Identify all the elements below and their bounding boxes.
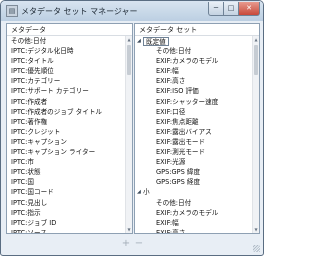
metadata-set-item[interactable]: GPS:GPS 経度 <box>135 177 259 187</box>
scroll-thumb[interactable] <box>254 45 258 75</box>
metadata-set-item[interactable]: EXIF:ISO 評価 <box>135 86 259 96</box>
metadata-list-item[interactable]: IPTC:デジタル化日時 <box>7 46 132 56</box>
metadata-list-item[interactable]: IPTC:ソース <box>7 228 132 233</box>
metadata-list-item[interactable]: IPTC:ジョブ ID <box>7 218 132 228</box>
metadata-set-item[interactable]: その他:日付 <box>135 198 259 208</box>
metadata-set-group[interactable]: ◢ 小 <box>135 187 259 197</box>
metadata-set-group-label: 小 <box>143 188 150 197</box>
remove-icon[interactable]: − <box>134 239 144 249</box>
metadata-list-item[interactable]: IPTC:見出し <box>7 198 132 208</box>
metadata-list-item[interactable]: IPTC:キャプション <box>7 137 132 147</box>
metadata-list-item[interactable]: IPTC:指示 <box>7 208 132 218</box>
window-title: メタデータ セット マネージャー <box>21 7 138 16</box>
close-button[interactable]: ✕ <box>238 2 260 16</box>
metadata-set-item[interactable]: EXIF:測光モード <box>135 147 259 157</box>
title-bar[interactable]: ▤ メタデータ セット マネージャー ─ □ ✕ <box>1 1 263 21</box>
metadata-list-item[interactable]: IPTC:国コード <box>7 187 132 197</box>
app-icon: ▤ <box>6 5 18 17</box>
metadata-set-item[interactable]: その他:日付 <box>135 46 259 56</box>
metadata-set-item[interactable]: EXIF:口径 <box>135 107 259 117</box>
metadata-list-item[interactable]: IPTC:国 <box>7 177 132 187</box>
scroll-down-arrow-icon[interactable]: ▼ <box>126 226 132 233</box>
metadata-set-item[interactable]: EXIF:カメラのモデル <box>135 56 259 66</box>
metadata-list-item[interactable]: IPTC:作成者 <box>7 97 132 107</box>
metadata-set-group-label: 既定値 <box>143 36 169 46</box>
metadata-column-header[interactable]: メタデータ <box>7 24 132 36</box>
metadata-set-item[interactable]: EXIF:カメラのモデル <box>135 208 259 218</box>
metadata-list-item[interactable]: IPTC:クレジット <box>7 127 132 137</box>
metadata-set-scrollbar[interactable]: ▲ ▼ <box>252 36 259 233</box>
metadata-list-item[interactable]: IPTC:サポート カテゴリー <box>7 86 132 96</box>
metadata-list-item[interactable]: IPTC:市 <box>7 157 132 167</box>
metadata-set-item[interactable]: EXIF:高さ <box>135 76 259 86</box>
metadata-set-item[interactable]: GPS:GPS 緯度 <box>135 167 259 177</box>
metadata-list-item[interactable]: IPTC:キャプション ライター <box>7 147 132 157</box>
metadata-set-item[interactable]: EXIF:幅 <box>135 218 259 228</box>
minimize-button[interactable]: ─ <box>208 2 224 16</box>
maximize-button[interactable]: □ <box>223 2 239 16</box>
metadata-set-item[interactable]: EXIF:光源 <box>135 157 259 167</box>
metadata-set-item[interactable]: EXIF:シャッター速度 <box>135 97 259 107</box>
metadata-set-panel: メタデータ セット ◢ 既定値 その他:日付 EXIF:カメラのモデル EXIF:幅 EX… <box>134 23 260 234</box>
metadata-set-item[interactable]: EXIF:幅 <box>135 66 259 76</box>
scroll-thumb[interactable] <box>127 45 131 75</box>
add-icon[interactable]: + <box>121 239 131 249</box>
scroll-up-arrow-icon[interactable]: ▲ <box>126 36 132 43</box>
scroll-up-arrow-icon[interactable]: ▲ <box>253 36 259 43</box>
metadata-list-item[interactable]: IPTC:著作権 <box>7 117 132 127</box>
scroll-down-arrow-icon[interactable]: ▼ <box>253 226 259 233</box>
metadata-list-item[interactable]: IPTC:タイトル <box>7 56 132 66</box>
metadata-set-group[interactable]: ◢ 既定値 <box>135 36 259 46</box>
metadata-list-item[interactable]: その他:日付 <box>7 36 132 46</box>
metadata-list: その他:日付 IPTC:デジタル化日時 IPTC:タイトル IPTC:優先順位 IPTC… <box>7 36 132 233</box>
resize-grip-icon[interactable] <box>253 245 260 252</box>
metadata-set-tree: ◢ 既定値 その他:日付 EXIF:カメラのモデル EXIF:幅 EXIF:高さ EXIF:… <box>135 36 259 233</box>
metadata-panel: メタデータ その他:日付 IPTC:デジタル化日時 IPTC:タイトル IPTC:優先… <box>6 23 133 234</box>
metadata-set-item[interactable]: EXIF:高さ <box>135 228 259 233</box>
metadata-list-item[interactable]: IPTC:作成者のジョブ タイトル <box>7 107 132 117</box>
metadata-set-item[interactable]: EXIF:露出バイアス <box>135 127 259 137</box>
metadata-list-item[interactable]: IPTC:カテゴリー <box>7 76 132 86</box>
metadata-set-column-header[interactable]: メタデータ セット <box>135 24 259 36</box>
metadata-list-item[interactable]: IPTC:状態 <box>7 167 132 177</box>
metadata-set-manager-window: ▤ メタデータ セット マネージャー ─ □ ✕ メタデータ その他:日付 IPT… <box>0 0 264 256</box>
metadata-list-item[interactable]: IPTC:優先順位 <box>7 66 132 76</box>
metadata-set-item[interactable]: EXIF:露出モード <box>135 137 259 147</box>
bottom-toolbar: + − <box>1 235 263 255</box>
metadata-scrollbar[interactable]: ▲ ▼ <box>125 36 132 233</box>
metadata-set-item[interactable]: EXIF:焦点距離 <box>135 117 259 127</box>
